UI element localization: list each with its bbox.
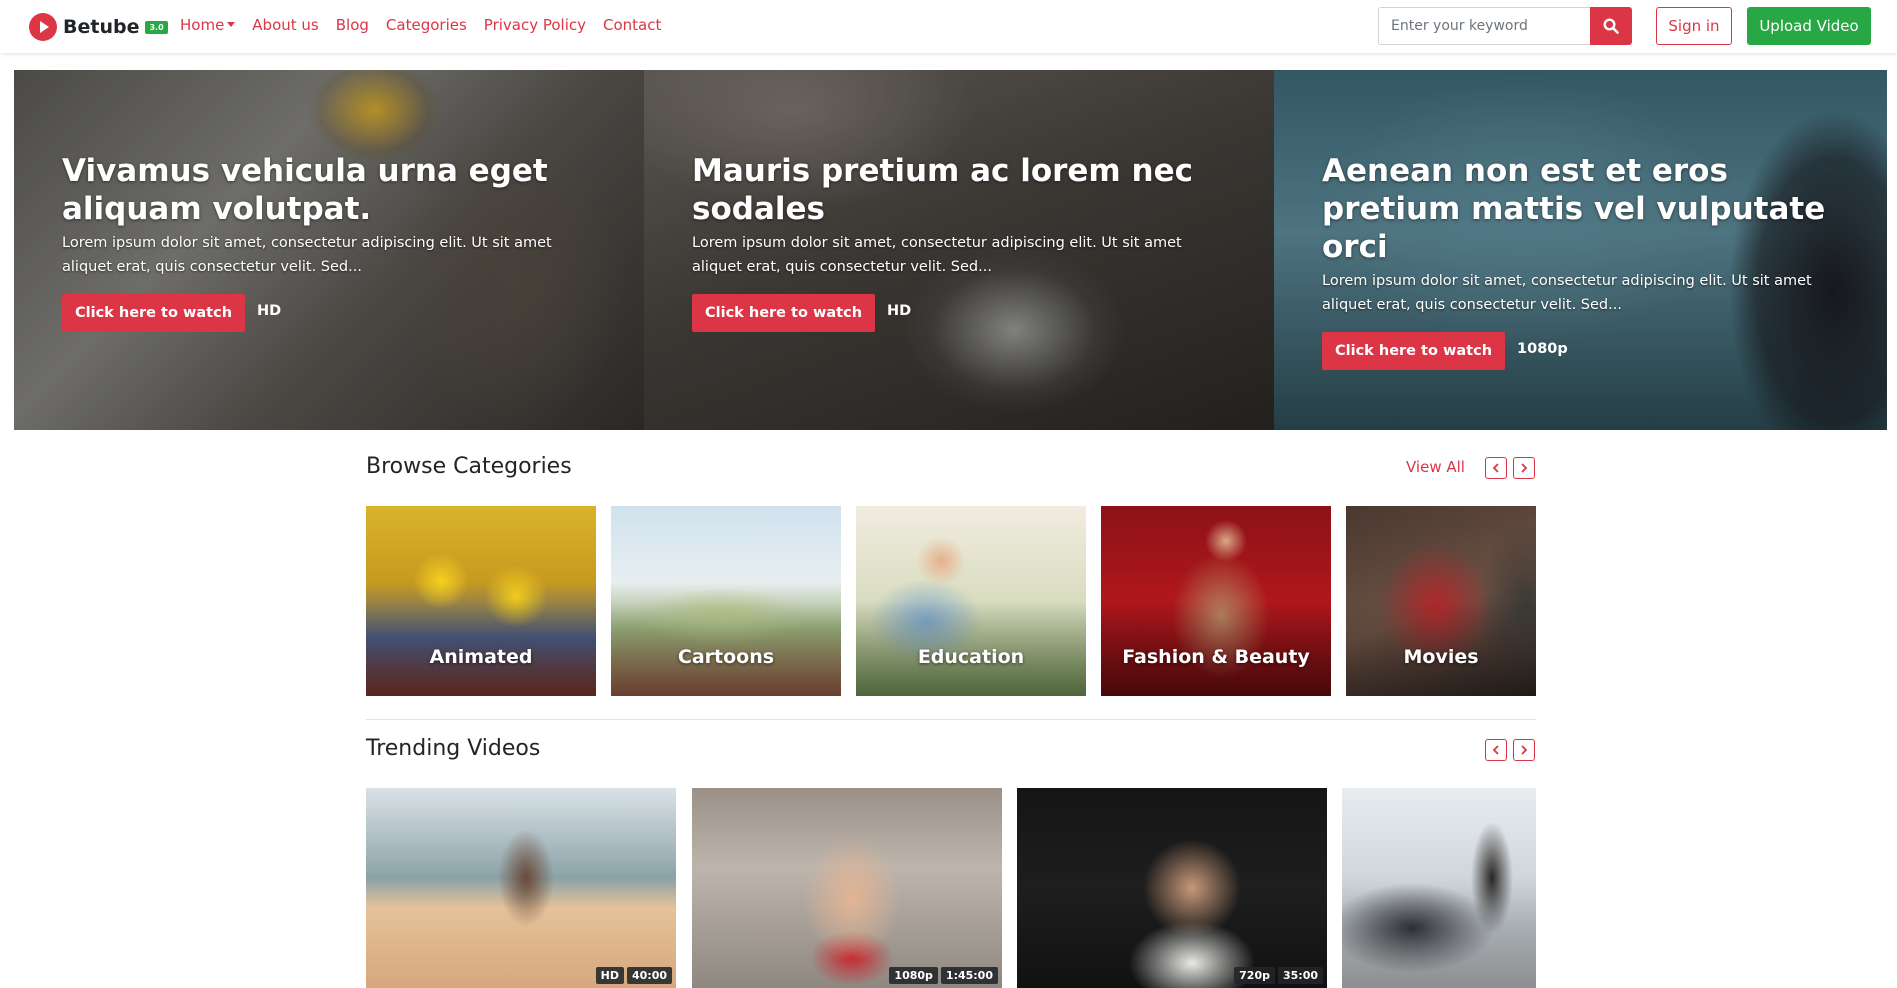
- trending-carousel: HD 40:00 1080p 1:45:00 720p 35:00: [366, 788, 1536, 988]
- caret-down-icon: [227, 22, 236, 27]
- nav-item-home[interactable]: Home: [180, 16, 236, 34]
- slide-description: Lorem ipsum dolor sit amet, consectetur …: [1322, 273, 1812, 313]
- nav-item-categories[interactable]: Categories: [386, 16, 467, 34]
- trending-header: Trending Videos: [366, 736, 1536, 766]
- nav-item-privacy-policy[interactable]: Privacy Policy: [484, 16, 586, 34]
- next-button[interactable]: [1513, 739, 1535, 761]
- prev-button[interactable]: [1485, 739, 1507, 761]
- category-card-education[interactable]: Education: [856, 506, 1086, 696]
- prev-button[interactable]: [1485, 457, 1507, 479]
- category-card-cartoons[interactable]: Cartoons: [611, 506, 841, 696]
- nav-item-blog[interactable]: Blog: [336, 16, 369, 34]
- quality-label: 1080p: [1517, 341, 1568, 357]
- quality-badge: HD: [595, 967, 624, 984]
- video-card[interactable]: 1080p 1:45:00: [692, 788, 1002, 988]
- nav-item-label: Home: [180, 16, 225, 34]
- slide-actions: Click here to watch 1080p: [1322, 332, 1862, 370]
- category-label: Education: [917, 646, 1025, 668]
- category-label: Cartoons: [677, 646, 775, 668]
- slide-description: Lorem ipsum dolor sit amet, consectetur …: [692, 235, 1182, 275]
- chevron-right-icon: [1521, 463, 1528, 473]
- quality-label: HD: [257, 303, 282, 319]
- version-badge: 3.0: [145, 20, 168, 34]
- hero-slide: Vivamus vehicula urna eget aliquam volut…: [14, 70, 644, 430]
- brand-name: Betube: [63, 16, 140, 38]
- chevron-right-icon: [1521, 745, 1528, 755]
- duration-badge: 40:00: [626, 967, 672, 984]
- navbar: Betube 3.0 Home About us Blog Categories…: [0, 0, 1897, 53]
- quality-label: HD: [887, 303, 912, 319]
- slide-description: Lorem ipsum dolor sit amet, consectetur …: [62, 235, 552, 275]
- upload-video-button[interactable]: Upload Video: [1747, 7, 1871, 45]
- slide-content: Aenean non est et eros pretium mattis ve…: [1322, 152, 1862, 370]
- watch-button[interactable]: Click here to watch: [1322, 332, 1506, 370]
- search-button[interactable]: [1590, 7, 1632, 45]
- duration-badge: 35:00: [1277, 967, 1323, 984]
- watch-button[interactable]: Click here to watch: [62, 294, 246, 332]
- section-title: Trending Videos: [366, 736, 541, 761]
- quality-badge: 1080p: [889, 967, 938, 984]
- video-badges: HD 40:00: [593, 967, 672, 984]
- play-logo-icon: [29, 13, 57, 41]
- sign-in-button[interactable]: Sign in: [1656, 7, 1732, 45]
- category-card-animated[interactable]: Animated: [366, 506, 596, 696]
- main-nav: Home About us Blog Categories Privacy Po…: [180, 16, 678, 34]
- duration-badge: 1:45:00: [940, 967, 998, 984]
- search-input[interactable]: [1378, 7, 1590, 45]
- slide-actions: Click here to watch HD: [62, 294, 602, 332]
- categories-header: Browse Categories View All: [366, 454, 1536, 484]
- chevron-left-icon: [1492, 463, 1499, 473]
- slide-title: Mauris pretium ac lorem nec sodales: [692, 153, 1193, 227]
- categories-carousel: Animated Cartoons Education Fashion & Be…: [366, 506, 1536, 696]
- next-button[interactable]: [1513, 457, 1535, 479]
- chevron-left-icon: [1492, 745, 1499, 755]
- category-card-fashion-beauty[interactable]: Fashion & Beauty: [1101, 506, 1331, 696]
- slide-title: Aenean non est et eros pretium mattis ve…: [1322, 153, 1826, 265]
- nav-item-contact[interactable]: Contact: [603, 16, 661, 34]
- section-title: Browse Categories: [366, 454, 572, 479]
- video-card[interactable]: HD 40:00: [366, 788, 676, 988]
- hero-slide: Mauris pretium ac lorem nec sodales Lore…: [644, 70, 1274, 430]
- view-all-link[interactable]: View All: [1406, 458, 1465, 476]
- category-card-movies[interactable]: Movies: [1346, 506, 1536, 696]
- video-card[interactable]: [1342, 788, 1536, 988]
- category-label: Animated: [429, 646, 533, 668]
- video-badges: 720p 35:00: [1231, 967, 1323, 984]
- quality-badge: 720p: [1234, 967, 1275, 984]
- slide-content: Vivamus vehicula urna eget aliquam volut…: [62, 152, 602, 332]
- section-divider: [366, 719, 1536, 720]
- hero-slider: Vivamus vehicula urna eget aliquam volut…: [14, 70, 1887, 430]
- category-label: Movies: [1403, 646, 1479, 668]
- slide-content: Mauris pretium ac lorem nec sodales Lore…: [692, 152, 1232, 332]
- hero-slide: Aenean non est et eros pretium mattis ve…: [1274, 70, 1887, 430]
- category-label: Fashion & Beauty: [1122, 646, 1310, 668]
- watch-button[interactable]: Click here to watch: [692, 294, 876, 332]
- search-icon: [1603, 18, 1619, 34]
- brand[interactable]: Betube 3.0: [29, 13, 168, 41]
- slide-actions: Click here to watch HD: [692, 294, 1232, 332]
- nav-item-about-us[interactable]: About us: [252, 16, 318, 34]
- video-card[interactable]: 720p 35:00: [1017, 788, 1327, 988]
- slide-title: Vivamus vehicula urna eget aliquam volut…: [62, 153, 548, 227]
- video-badges: 1080p 1:45:00: [886, 967, 998, 984]
